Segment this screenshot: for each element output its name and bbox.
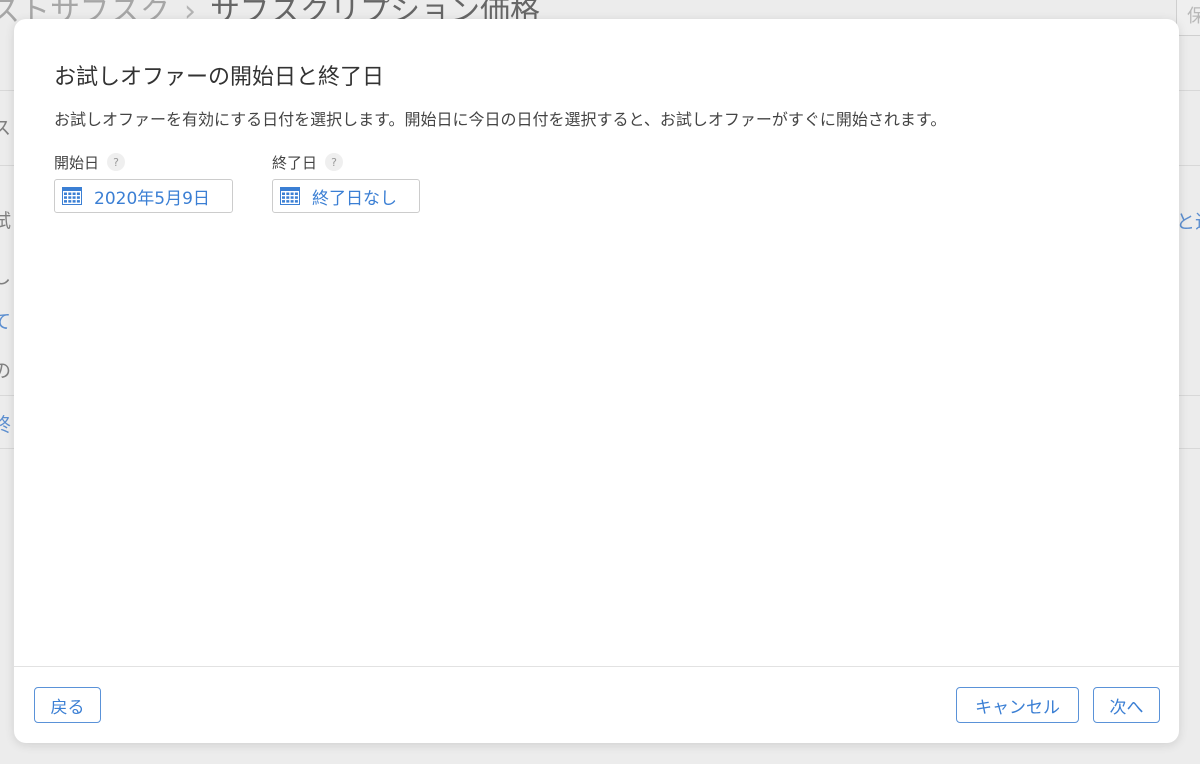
dialog-description: お試しオファーを有効にする日付を選択します。開始日に今日の日付を選択すると、お試… [54, 110, 947, 129]
end-date-field: 終了日 ? 終了日なし [272, 151, 420, 213]
dialog-title: お試しオファーの開始日と終了日 [54, 65, 385, 90]
start-date-field: 開始日 ? 2020年5月9日 [54, 151, 233, 213]
end-date-label-row: 終了日 ? [272, 151, 420, 173]
background-link-fragment[interactable]: 終 [0, 410, 11, 437]
end-date-label: 終了日 [272, 153, 318, 172]
next-button[interactable]: 次へ [1093, 687, 1160, 723]
back-button[interactable]: 戻る [34, 687, 101, 723]
background-text-fragment: し [0, 266, 12, 288]
background-link-fragment[interactable]: と追 [1176, 207, 1200, 234]
background-save-button[interactable]: 保存 [1176, 0, 1200, 36]
start-date-value: 2020年5月9日 [94, 188, 210, 209]
start-date-label-row: 開始日 ? [54, 151, 233, 173]
dialog-footer: 戻る キャンセル 次へ [14, 666, 1179, 743]
background-text-fragment: の [0, 360, 12, 382]
end-date-picker-button[interactable]: 終了日なし [272, 179, 420, 213]
trial-offer-dates-dialog: お試しオファーの開始日と終了日 お試しオファーを有効にする日付を選択します。開始… [14, 19, 1179, 743]
end-date-help-icon[interactable]: ? [325, 153, 344, 171]
cancel-button[interactable]: キャンセル [956, 687, 1079, 723]
background-link-fragment[interactable]: て [0, 307, 11, 334]
end-date-value: 終了日なし [312, 188, 397, 209]
background-text-fragment: ス [0, 117, 12, 139]
start-date-picker-button[interactable]: 2020年5月9日 [54, 179, 233, 213]
start-date-label: 開始日 [54, 153, 100, 172]
calendar-icon [280, 187, 300, 205]
background-text-fragment: 試 [0, 210, 12, 232]
start-date-help-icon[interactable]: ? [107, 153, 126, 171]
calendar-icon [62, 187, 82, 205]
